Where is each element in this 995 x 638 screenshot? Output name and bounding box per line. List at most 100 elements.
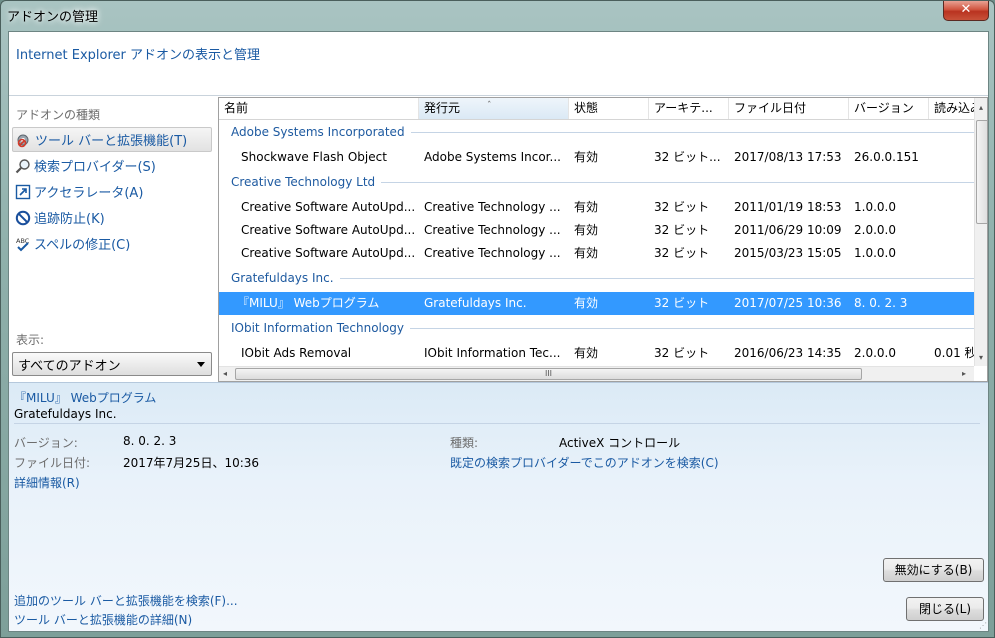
addon-load-time [934,196,974,219]
addon-version: 2.0.0.0 [854,223,896,237]
addon-load-time [934,146,974,169]
column-header-architecture[interactable]: アーキテ... [649,98,729,119]
addon-row[interactable]: Creative Software AutoUpd... Creative Te… [219,242,974,265]
addon-load-time [934,292,974,315]
group-header[interactable]: Creative Technology Ltd [231,171,976,193]
addon-file-date: 2017/08/13 17:53 [734,150,842,164]
addon-name: 『MILU』 Webプログラム [237,296,380,310]
gear-puzzle-icon [16,132,32,148]
scroll-up-icon[interactable]: ▴ [979,103,983,112]
addon-status: 有効 [574,150,599,164]
horizontal-scroll-thumb[interactable]: III [235,368,862,380]
window-frame: アドオンの管理 ✕ Internet Explorer アドオンの表示と管理 ア… [0,0,995,638]
addon-list[interactable]: 名前 発行元 ˆ 状態 アーキテ... ファイル日付 バージョン 読み込み Ad… [218,97,988,382]
addon-file-date: 2017/07/25 10:36 [734,296,842,310]
addon-status: 有効 [574,246,599,260]
search-addon-link[interactable]: 既定の検索プロバイダーでこのアドオンを検索(C) [450,454,719,471]
header-title: Internet Explorer アドオンの表示と管理 [16,48,261,63]
scroll-left-icon[interactable]: ◂ [223,369,227,378]
column-header-status[interactable]: 状態 [569,98,649,119]
close-button[interactable]: 閉じる(L) [906,597,984,621]
addon-version: 26.0.0.151 [854,150,919,164]
dialog-client: Internet Explorer アドオンの表示と管理 アドオンの種類 ツール… [8,31,989,632]
sort-ascending-icon: ˆ [487,101,492,111]
sidebar-item-label: アクセラレータ(A) [34,186,144,201]
group-header[interactable]: Gratefuldays Inc. [231,267,976,289]
sidebar-item-toolbars[interactable]: ツール バーと拡張機能(T) [12,127,212,152]
column-header-name[interactable]: 名前 [219,98,419,119]
scroll-right-icon[interactable]: ▸ [962,369,966,378]
sidebar-item-accelerators[interactable]: アクセラレータ(A) [12,179,212,204]
addon-version: 1.0.0.0 [854,246,896,260]
version-value: 8. 0. 2. 3 [123,434,177,448]
details-divider [14,423,980,424]
size-grip-icon[interactable]: ⋰ [979,621,987,630]
addon-name: Creative Software AutoUpd... [241,246,416,260]
addon-name: Creative Software AutoUpd... [241,200,416,214]
addon-row[interactable]: IObit Ads Removal IObit Information Tec.… [219,342,974,365]
sidebar-item-label: ツール バーと拡張機能(T) [35,134,188,149]
accelerator-icon [15,184,31,200]
addon-name: Creative Software AutoUpd... [241,223,416,237]
group-name: Creative Technology Ltd [231,175,376,189]
addon-publisher: Creative Technology ... [424,246,561,260]
addon-types-panel: アドオンの種類 ツール バーと拡張機能(T) 検索プロバイダー(S) アクセラレ… [9,97,218,377]
group-divider [409,327,976,329]
show-label: 表示: [16,333,45,347]
detail-publisher: Gratefuldays Inc. [14,407,117,421]
addon-row[interactable]: Creative Software AutoUpd... Creative Te… [219,219,974,242]
addon-status: 有効 [574,346,599,360]
disable-button[interactable]: 無効にする(B) [883,558,984,582]
sidebar-item-tracking-protection[interactable]: 追跡防止(K) [12,205,212,230]
addon-load-time [934,242,974,265]
addon-status: 有効 [574,223,599,237]
addon-version: 2.0.0.0 [854,346,896,360]
column-header-label: 発行元 [424,101,461,115]
group-header[interactable]: IObit Information Technology [231,317,976,339]
addon-publisher: Gratefuldays Inc. [424,296,527,310]
group-divider [410,131,976,133]
dialog-header: Internet Explorer アドオンの表示と管理 [9,32,988,96]
addon-version: 8. 0. 2. 3 [854,296,908,310]
group-name: Gratefuldays Inc. [231,271,334,285]
sidebar-item-search-providers[interactable]: 検索プロバイダー(S) [12,153,212,178]
addon-version: 1.0.0.0 [854,200,896,214]
sidebar-item-spelling[interactable]: ABC スペルの修正(C) [12,231,212,256]
group-name: IObit Information Technology [231,321,404,335]
column-header-file-date[interactable]: ファイル日付 [729,98,849,119]
column-header-row: 名前 発行元 ˆ 状態 アーキテ... ファイル日付 バージョン 読み込み [219,98,987,120]
addon-file-date: 2011/06/29 10:09 [734,223,842,237]
group-header[interactable]: Adobe Systems Incorporated [231,121,976,143]
sidebar-item-label: 追跡防止(K) [34,212,105,227]
column-header-publisher[interactable]: 発行元 ˆ [419,98,569,119]
addon-publisher: Creative Technology ... [424,200,561,214]
file-date-label: ファイル日付: [14,456,91,470]
vertical-scrollbar[interactable]: ▴ ▾ [974,98,987,366]
show-filter-dropdown[interactable]: すべてのアドオン [12,352,212,376]
group-divider [381,181,976,183]
close-window-button[interactable]: ✕ [943,1,989,21]
addon-row-selected[interactable]: 『MILU』 Webプログラム Gratefuldays Inc. 有効 32 … [219,292,974,315]
detail-addon-name: 『MILU』 Webプログラム [14,391,157,405]
addon-architecture: 32 ビット [654,346,710,360]
version-label: バージョン: [14,436,78,450]
no-entry-icon [15,210,31,226]
show-filter-value: すべてのアドオン [18,358,121,374]
addon-publisher: IObit Information Tec... [424,346,561,360]
vertical-scroll-thumb[interactable] [976,120,987,224]
more-info-link[interactable]: 詳細情報(R) [14,474,80,491]
title-bar[interactable]: アドオンの管理 ✕ [1,1,995,29]
column-header-version[interactable]: バージョン [849,98,929,119]
sidebar-item-label: 検索プロバイダー(S) [34,160,156,175]
horizontal-scrollbar[interactable]: ◂ III ▸ [219,366,974,381]
addon-row[interactable]: Creative Software AutoUpd... Creative Te… [219,196,974,219]
addon-file-date: 2016/06/23 14:35 [734,346,842,360]
learn-more-toolbars-link[interactable]: ツール バーと拡張機能の詳細(N) [14,611,192,628]
scroll-down-icon[interactable]: ▾ [979,353,983,362]
addon-row[interactable]: Shockwave Flash Object Adobe Systems Inc… [219,146,974,169]
addon-file-date: 2011/01/19 18:53 [734,200,842,214]
find-more-toolbars-link[interactable]: 追加のツール バーと拡張機能を検索(F)... [14,592,238,609]
addon-architecture: 32 ビット [654,296,710,310]
addon-types-label: アドオンの種類 [16,108,101,122]
file-date-value: 2017年7月25日、10:36 [123,456,260,470]
